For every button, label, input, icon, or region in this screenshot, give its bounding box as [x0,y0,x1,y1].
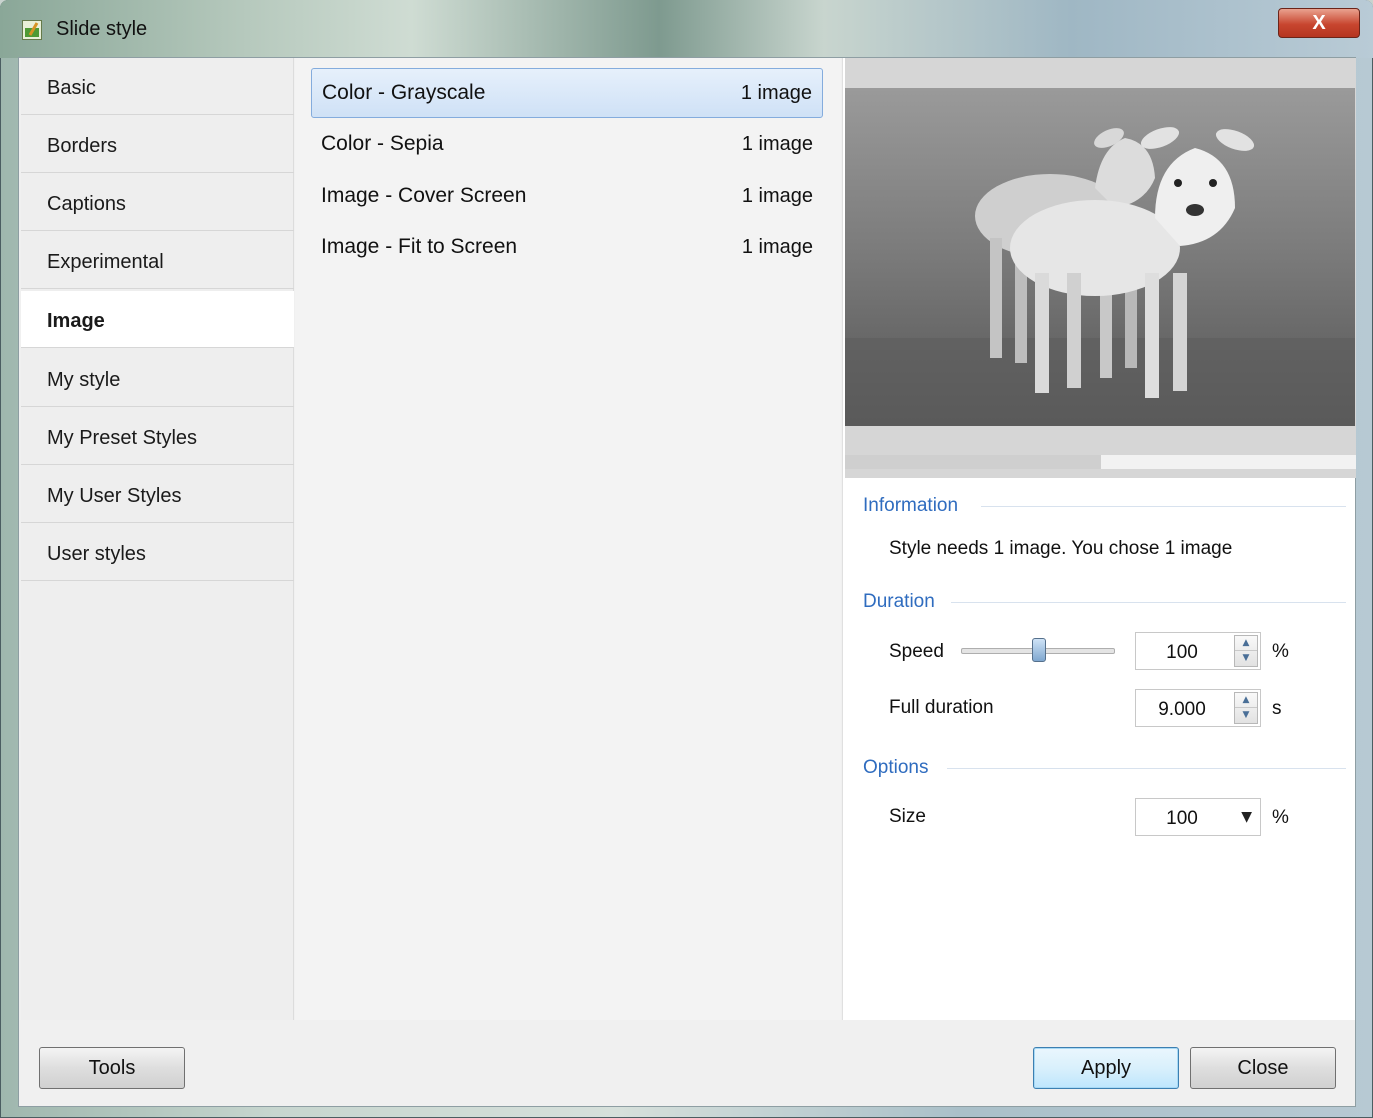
options-divider [947,768,1346,769]
style-list: Color - Grayscale 1 image Color - Sepia … [295,58,841,1020]
spin-down-icon[interactable]: ▼ [1235,708,1257,723]
preview-progress-fill [845,455,1101,469]
full-duration-value[interactable]: 9.000 [1136,699,1228,721]
sidebar-item-user-styles[interactable]: User styles [21,524,294,581]
sidebar-item-my-user-styles[interactable]: My User Styles [21,466,294,523]
list-item-name: Image - Fit to Screen [321,235,518,258]
sidebar-item-borders[interactable]: Borders [21,116,294,173]
list-item-count: 1 image [740,82,812,104]
sidebar-item-basic[interactable]: Basic [21,58,294,115]
speed-spinbox[interactable]: 100 ▲ ▼ [1135,632,1261,670]
list-item[interactable]: Image - Cover Screen 1 image [311,172,823,222]
full-duration-stepper[interactable]: ▲ ▼ [1234,692,1258,724]
chevron-down-icon[interactable]: ▼ [1241,809,1252,825]
options-group-title: Options [863,757,929,778]
speed-label: Speed [889,641,944,662]
list-item[interactable]: Color - Grayscale 1 image [311,68,823,118]
window-close-button[interactable]: X [1278,8,1360,38]
full-duration-label: Full duration [889,697,994,718]
sidebar-item-experimental[interactable]: Experimental [21,232,294,289]
speed-unit: % [1272,641,1289,662]
window-title: Slide style [56,18,148,40]
sidebar-item-my-style[interactable]: My style [21,350,294,407]
information-divider [981,506,1346,507]
duration-divider [951,602,1346,603]
spin-down-icon[interactable]: ▼ [1235,651,1257,666]
category-sidebar: Basic Borders Captions Experimental Imag… [21,58,294,1020]
list-item-count: 1 image [741,236,813,258]
grayscale-lambs-photo [845,88,1355,426]
spin-up-icon[interactable]: ▲ [1235,693,1257,708]
dialog-client-area: Basic Borders Captions Experimental Imag… [18,57,1356,1107]
close-button[interactable]: Close [1190,1047,1336,1089]
list-item-name: Color - Grayscale [322,81,486,104]
information-text: Style needs 1 image. You chose 1 image [889,538,1233,559]
size-dropdown[interactable]: 100 ▼ [1135,798,1261,836]
size-value[interactable]: 100 [1136,808,1228,830]
list-item-count: 1 image [741,185,813,207]
apply-button[interactable]: Apply [1033,1047,1179,1089]
sidebar-item-captions[interactable]: Captions [21,174,294,231]
slide-style-app-icon [22,20,42,40]
list-item-name: Color - Sepia [321,132,444,155]
title-bar[interactable]: Slide style X [0,0,1373,58]
tools-button[interactable]: Tools [39,1047,185,1089]
lambs-illustration [845,88,1355,426]
sidebar-item-my-preset-styles[interactable]: My Preset Styles [21,408,294,465]
preview-progress-bar[interactable] [845,455,1356,469]
speed-slider-thumb[interactable] [1032,638,1046,662]
list-item[interactable]: Color - Sepia 1 image [311,120,823,170]
speed-stepper[interactable]: ▲ ▼ [1234,635,1258,667]
size-unit: % [1272,807,1289,828]
speed-value[interactable]: 100 [1136,642,1228,664]
sidebar-item-image[interactable]: Image [21,291,294,348]
spin-up-icon[interactable]: ▲ [1235,636,1257,651]
information-group-title: Information [863,495,959,516]
style-settings-panel: Information Style needs 1 image. You cho… [842,58,1356,1020]
list-item-count: 1 image [741,133,813,155]
size-label: Size [889,806,926,827]
list-item[interactable]: Image - Fit to Screen 1 image [311,223,823,273]
full-duration-spinbox[interactable]: 9.000 ▲ ▼ [1135,689,1261,727]
list-item-name: Image - Cover Screen [321,184,527,207]
full-duration-unit: s [1272,698,1282,719]
duration-group-title: Duration [863,591,935,612]
